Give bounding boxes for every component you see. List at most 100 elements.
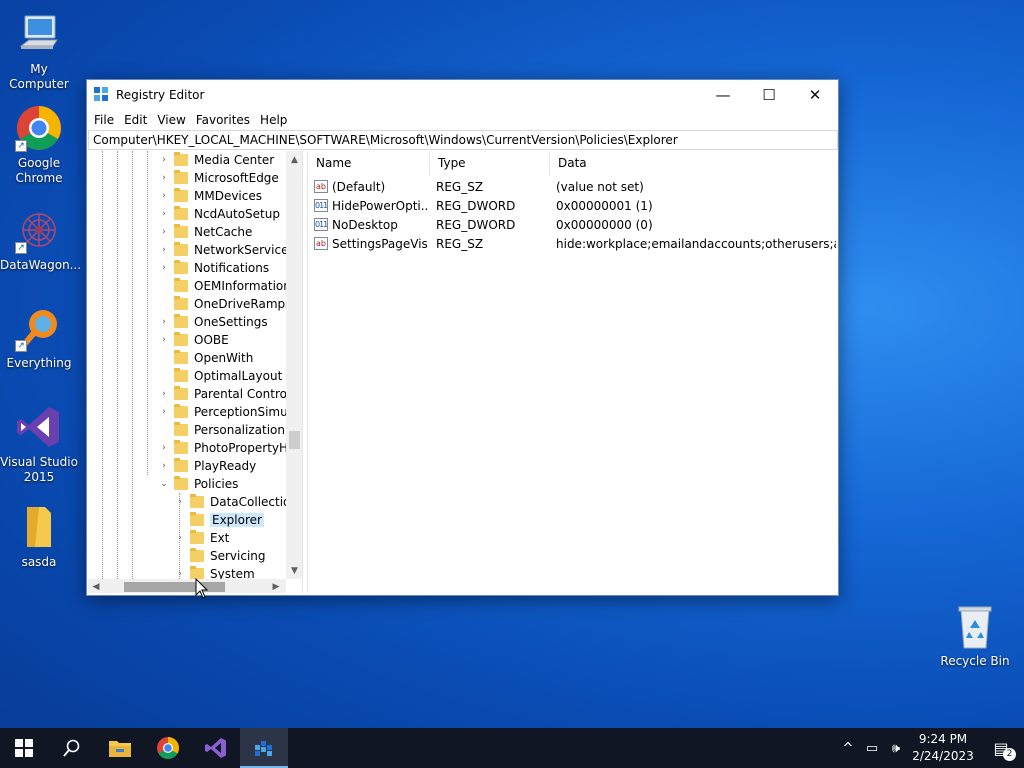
expand-chevron-icon[interactable]: › [158,244,170,256]
desktop-icon-sasda[interactable]: sasda [0,503,78,570]
tree-item[interactable]: › NetworkServiceTr [158,241,287,259]
expand-chevron-icon[interactable]: › [158,406,170,418]
tree-item[interactable]: Explorer [174,511,264,529]
registry-editor-window: Registry Editor — ☐ ✕ File Edit View Fav… [86,79,839,596]
maximize-button[interactable]: ☐ [746,80,792,110]
desktop-icon-google-chrome[interactable]: ↗ Google Chrome [0,104,78,186]
tree-item[interactable]: › Notifications [158,259,269,277]
taskbar-clock[interactable]: 9:24 PM 2/24/2023 [908,731,978,765]
close-button[interactable]: ✕ [792,80,838,110]
tree-item-label: MMDevices [194,189,262,203]
menu-favorites[interactable]: Favorites [191,113,255,127]
tree-item[interactable]: › DataCollection [174,493,287,511]
tree-item[interactable]: › MicrosoftEdge [158,169,279,187]
minimize-button[interactable]: — [700,80,746,110]
tree-item[interactable]: Personalization [158,421,285,439]
expand-chevron-icon[interactable]: › [158,226,170,238]
expand-chevron-icon[interactable]: › [158,262,170,274]
recycle-bin-icon [951,602,999,650]
menu-help[interactable]: Help [255,113,292,127]
tree-item[interactable]: › System [174,565,255,579]
scroll-down-arrow-icon[interactable]: ▼ [286,562,302,579]
column-header-data[interactable]: Data [550,151,836,175]
registry-value-row[interactable]: 011 HidePowerOpti... REG_DWORD 0x00000001 (… [308,197,836,216]
value-name: NoDesktop [332,218,398,232]
tree-item[interactable]: OpenWith [158,349,253,367]
expand-chevron-icon[interactable]: › [158,388,170,400]
taskbar-visual-studio[interactable] [192,728,240,768]
tree-item[interactable]: Servicing [174,547,266,565]
tree-item-label: NcdAutoSetup [194,207,280,221]
desktop-icon-recycle-bin[interactable]: Recycle Bin [936,602,1014,669]
expand-chevron-icon[interactable]: › [158,154,170,166]
tree-item[interactable]: › NcdAutoSetup [158,205,280,223]
tree-item[interactable]: › PlayReady [158,457,256,475]
tree-item[interactable]: OptimalLayout [158,367,282,385]
notification-center-button[interactable]: ▤ 2 [978,728,1024,768]
folder-icon [190,494,204,508]
registry-value-row[interactable]: ab (Default) REG_SZ (value not set) [308,178,836,197]
vertical-scroll-thumb[interactable] [289,431,300,449]
tree-item[interactable]: › MMDevices [158,187,262,205]
scroll-up-arrow-icon[interactable]: ▲ [286,151,302,168]
windows-logo-icon [15,739,33,757]
registry-values-list: Name Type Data ab (Default) REG_SZ (value n… [307,151,836,593]
taskbar-search-button[interactable] [48,728,96,768]
scroll-left-arrow-icon[interactable]: ◀ [88,579,104,593]
desktop-icon-everything[interactable]: ↗ Everything [0,304,78,371]
registry-key-tree[interactable]: › Media Center › MicrosoftEdge › MMDevices › Nc… [88,151,303,593]
folder-icon [174,386,188,400]
column-header-name[interactable]: Name [308,151,430,175]
taskbar-registry-editor[interactable] [240,728,288,768]
network-icon[interactable]: ▭ [860,728,884,768]
tree-item[interactable]: › Ext [174,529,229,547]
tree-item[interactable]: › PhotoPropertyHa [158,439,287,457]
expand-chevron-icon[interactable]: › [158,172,170,184]
tree-horizontal-scrollbar[interactable]: ◀ ▶ [88,579,286,593]
expand-chevron-icon[interactable]: › [158,190,170,202]
tree-item-label: Explorer [210,513,264,527]
expand-chevron-icon[interactable]: › [158,442,170,454]
tree-item[interactable]: › Media Center [158,151,274,169]
tree-item[interactable]: › OneSettings [158,313,268,331]
expand-chevron-icon[interactable]: › [174,496,186,508]
desktop-icon-datawagon[interactable]: ↗ DataWagon... [0,206,81,273]
start-button[interactable] [0,728,48,768]
expand-chevron-icon[interactable]: › [174,532,186,544]
taskbar-file-explorer[interactable] [96,728,144,768]
registry-value-row[interactable]: 011 NoDesktop REG_DWORD 0x00000000 (0) [308,216,836,235]
folder-icon [174,152,188,166]
tree-item[interactable]: OneDriveRamps [158,295,287,313]
taskbar-chrome[interactable] [144,728,192,768]
menu-edit[interactable]: Edit [119,113,152,127]
tree-vertical-scrollbar[interactable]: ▲ ▼ [286,151,302,579]
menu-file[interactable]: File [89,113,119,127]
tree-item[interactable]: › PerceptionSimula [158,403,287,421]
scroll-right-arrow-icon[interactable]: ▶ [268,579,284,593]
column-header-type[interactable]: Type [430,151,550,175]
shortcut-arrow-icon: ↗ [15,340,27,352]
tree-item[interactable]: OEMInformation [158,277,287,295]
horizontal-scroll-thumb[interactable] [124,582,225,592]
desktop-icon-visual-studio[interactable]: Visual Studio 2015 [0,403,78,485]
expand-chevron-icon[interactable]: › [158,460,170,472]
collapse-chevron-icon[interactable]: ⌄ [158,478,170,490]
desktop-icon-my-computer[interactable]: My Computer [0,10,78,92]
tree-item[interactable]: ⌄ Policies [158,475,238,493]
volume-icon[interactable]: 🕪 [884,728,908,768]
value-name: (Default) [332,180,386,194]
expand-chevron-icon[interactable]: › [158,316,170,328]
tree-item[interactable]: › NetCache [158,223,252,241]
tree-item[interactable]: › OOBE [158,331,229,349]
address-bar[interactable]: Computer\HKEY_LOCAL_MACHINE\SOFTWARE\Mic… [88,130,838,150]
show-hidden-icons-chevron-icon[interactable]: ^ [836,728,860,768]
tree-item-label: Ext [210,531,230,545]
mouse-cursor-icon [195,578,209,599]
expand-chevron-icon[interactable]: › [158,208,170,220]
expand-chevron-icon[interactable]: › [174,568,186,579]
tree-item[interactable]: › Parental Controls [158,385,287,403]
menu-view[interactable]: View [152,113,190,127]
title-bar[interactable]: Registry Editor — ☐ ✕ [87,80,838,110]
expand-chevron-icon[interactable]: › [158,334,170,346]
registry-value-row[interactable]: ab SettingsPageVisi... REG_SZ hide:workplac… [308,235,836,254]
